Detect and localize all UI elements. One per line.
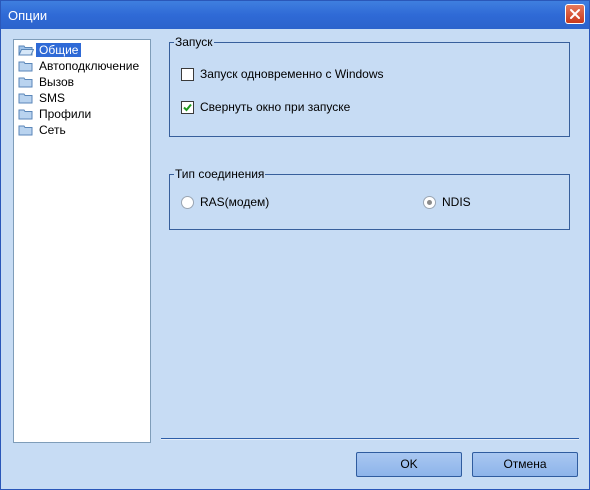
tree-item-network[interactable]: Сеть bbox=[17, 122, 147, 137]
ras-modem-radio[interactable] bbox=[181, 196, 194, 209]
tree-item-label: Автоподключение bbox=[39, 59, 140, 73]
start-with-windows-checkbox[interactable] bbox=[181, 68, 194, 81]
options-dialog: Опции Общие Автоподключение Вызов SMS Пр… bbox=[0, 0, 590, 490]
start-with-windows-label: Запуск одновременно с Windows bbox=[200, 67, 384, 81]
startup-group-title: Запуск bbox=[174, 35, 214, 49]
connection-type-group-title: Тип соединения bbox=[174, 167, 266, 181]
ok-button[interactable]: OK bbox=[356, 452, 462, 477]
folder-icon bbox=[18, 61, 33, 72]
tree-item-label: SMS bbox=[39, 91, 66, 105]
ras-modem-label: RAS(модем) bbox=[200, 195, 270, 209]
radio-selected-dot bbox=[427, 200, 432, 205]
title-bar[interactable]: Опции bbox=[1, 1, 589, 29]
tree-item-profiles[interactable]: Профили bbox=[17, 106, 147, 121]
cancel-button[interactable]: Отмена bbox=[472, 452, 578, 477]
tree-item-general[interactable]: Общие bbox=[17, 42, 147, 57]
tree-item-call[interactable]: Вызов bbox=[17, 74, 147, 89]
folder-open-icon bbox=[18, 45, 34, 56]
ndis-radio[interactable] bbox=[423, 196, 436, 209]
ndis-label: NDIS bbox=[442, 195, 471, 209]
folder-icon bbox=[18, 125, 33, 136]
tree-item-label: Вызов bbox=[39, 75, 75, 89]
tree-item-sms[interactable]: SMS bbox=[17, 90, 147, 105]
close-button[interactable] bbox=[565, 4, 585, 24]
folder-icon bbox=[18, 93, 33, 104]
category-tree: Общие Автоподключение Вызов SMS Профили bbox=[13, 39, 151, 443]
tree-item-label: Общие bbox=[36, 43, 82, 57]
connection-type-group: Тип соединения RAS(модем) NDIS bbox=[169, 167, 570, 230]
startup-group: Запуск Запуск одновременно с Windows Све… bbox=[169, 35, 570, 137]
bottom-separator bbox=[161, 438, 579, 440]
tree-item-label: Профили bbox=[39, 107, 92, 121]
close-icon bbox=[570, 9, 580, 19]
folder-icon bbox=[18, 77, 33, 88]
minimize-on-start-label: Свернуть окно при запуске bbox=[200, 100, 351, 114]
checkmark-icon bbox=[183, 103, 192, 112]
tree-item-autoconnect[interactable]: Автоподключение bbox=[17, 58, 147, 73]
minimize-on-start-checkbox[interactable] bbox=[181, 101, 194, 114]
tree-item-label: Сеть bbox=[39, 123, 66, 137]
window-title: Опции bbox=[8, 8, 48, 23]
folder-icon bbox=[18, 109, 33, 120]
